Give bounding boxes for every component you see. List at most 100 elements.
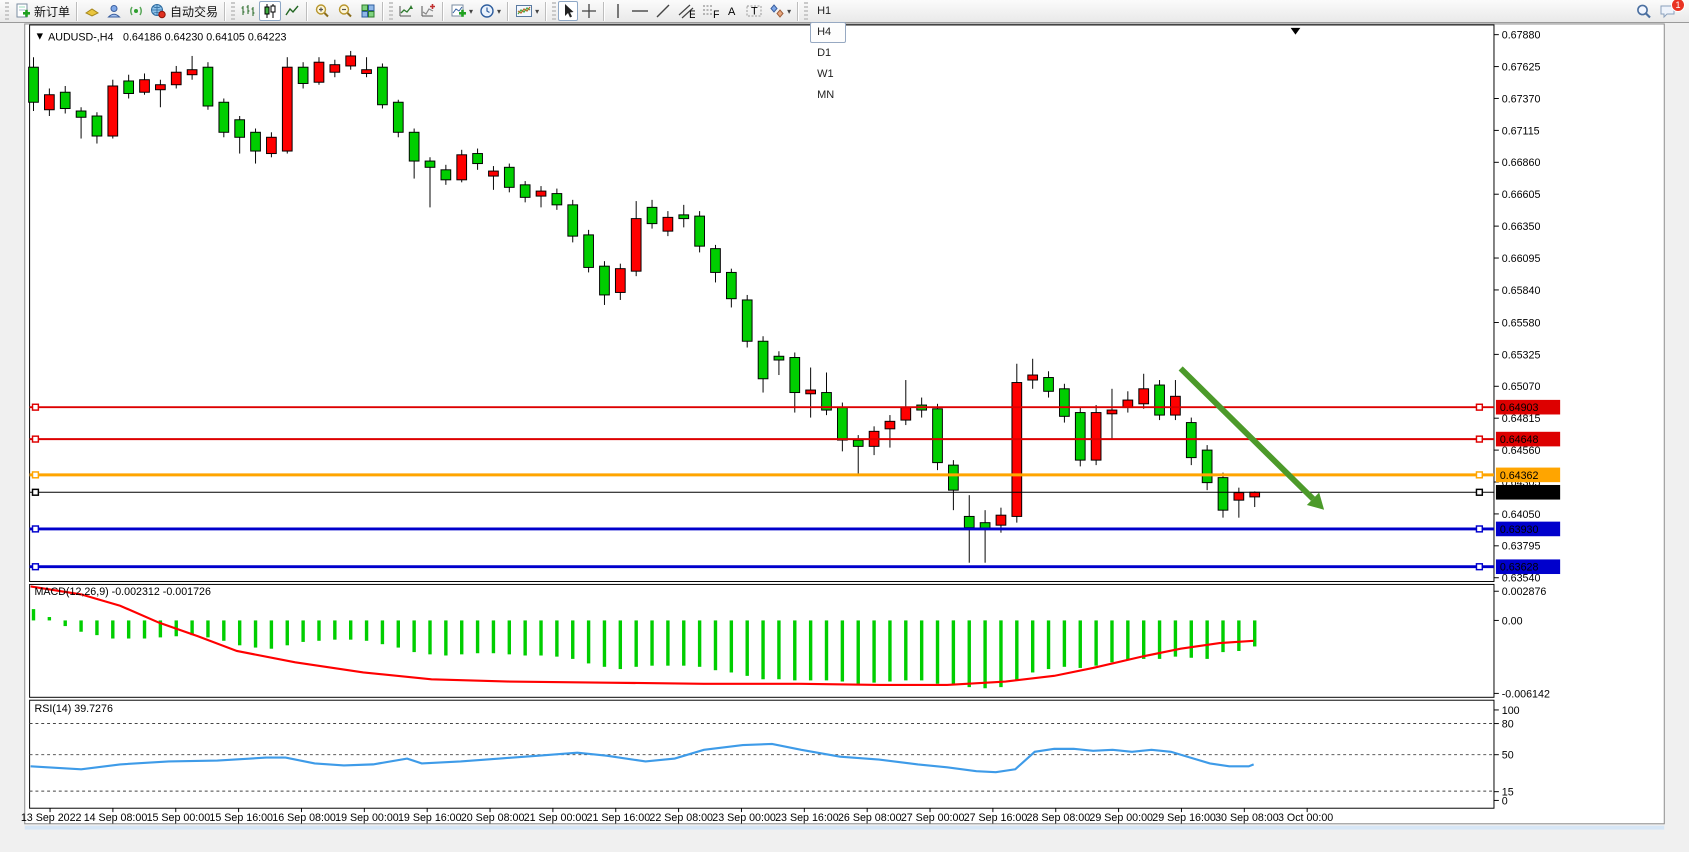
caret-down-icon: ▾ [787,7,791,16]
templates-button[interactable]: ▾ [512,1,542,21]
hline-handle[interactable] [1476,564,1482,570]
date-label: 28 Sep 08:00 [1027,812,1091,824]
hline-handle[interactable] [33,436,39,442]
date-label: 21 Sep 00:00 [524,812,588,824]
chart-canvas[interactable]: 0.678800.676250.673700.671150.668600.666… [0,23,1689,852]
chart-line-button[interactable] [281,1,303,21]
hline-handle[interactable] [33,526,39,532]
hline-handle[interactable] [33,489,39,495]
caret-down-icon: ▾ [497,7,501,16]
date-label: 30 Sep 08:00 [1215,812,1279,824]
zoom-out-button[interactable] [334,1,357,21]
candle [1139,389,1149,404]
chart-candles-button[interactable] [259,1,281,21]
date-label: 3 Oct 00:00 [1278,812,1333,824]
period-button[interactable]: ▾ [476,1,504,21]
date-label: 19 Sep 16:00 [398,812,462,824]
candlestick-chart-icon [262,3,278,19]
tf-H4[interactable]: H4 [810,22,845,43]
autotrade-button[interactable]: 自动交易 [147,1,221,21]
candle [156,85,166,90]
date-label: 21 Sep 16:00 [587,812,651,824]
candle [1155,385,1165,415]
shapes-tool-button[interactable]: ▾ [766,1,794,21]
date-label: 27 Sep 16:00 [964,812,1028,824]
candle [44,95,54,110]
caret-down-icon: ▾ [469,7,473,16]
toolbar-grip[interactable] [5,2,9,20]
market-watch-button[interactable] [81,1,103,21]
search-button[interactable] [1632,1,1656,21]
hline-handle[interactable] [1476,472,1482,478]
hline-handle[interactable] [1476,526,1482,532]
profile-button[interactable] [103,1,125,21]
candle [457,155,467,180]
candle [314,62,324,82]
candle [187,70,197,75]
hline-tool-button[interactable] [628,1,652,21]
price-tick-label: 0.63795 [1502,541,1541,553]
price-badge-label: 0.64903 [1500,402,1539,414]
chart-ohlc-values: 0.64186 0.64230 0.64105 0.64223 [123,32,286,44]
notifications-button[interactable]: 1 [1656,1,1680,21]
candle [552,194,562,205]
candle [473,154,483,164]
tf-H1[interactable]: H1 [810,1,845,22]
candle [124,81,134,94]
candle [758,341,768,379]
date-label: 20 Sep 08:00 [461,812,525,824]
tf-W1[interactable]: W1 [810,64,845,85]
cursor-icon [561,3,575,19]
label-tool-button[interactable]: T [742,1,766,21]
autotrade-label: 自动交易 [170,3,218,20]
candle [1186,423,1196,458]
candle [536,191,546,196]
tile-windows-button[interactable] [357,1,379,21]
chart-bars-button[interactable] [237,1,259,21]
crosshair-icon [581,3,597,19]
main-pane [30,25,1494,582]
zoom-in-icon [314,3,331,19]
candle [378,67,388,105]
fibonacci-tool-button[interactable]: F [698,1,722,21]
candle [584,235,594,268]
hline-handle[interactable] [33,564,39,570]
signals-button[interactable] [125,1,147,21]
tf-MN[interactable]: MN [810,85,845,106]
hline-handle[interactable] [1476,436,1482,442]
horizontal-line-icon [631,3,649,19]
strategy-tester-button[interactable] [395,1,417,21]
candle [203,67,213,106]
price-badge-label: 0.64223 [1500,487,1539,499]
trendline-tool-button[interactable] [652,1,674,21]
tf-D1[interactable]: D1 [810,43,845,64]
candle [1107,410,1117,414]
candle [933,409,943,463]
candle [742,300,752,341]
template-icon [515,3,533,19]
bottom-scroll-strip[interactable] [25,826,1665,830]
price-badge-label: 0.64362 [1500,470,1539,482]
add-indicator-icon [450,3,467,19]
text-tool-button[interactable]: A [722,1,742,21]
channel-tool-button[interactable]: E [674,1,698,21]
zoom-in-button[interactable] [311,1,334,21]
hline-handle[interactable] [1476,489,1482,495]
hline-handle[interactable] [1476,404,1482,410]
rsi-label: RSI(14) 39.7276 [34,703,112,715]
candle [504,167,514,187]
hline-handle[interactable] [33,404,39,410]
vline-tool-button[interactable] [608,1,628,21]
fibonacci-icon: F [701,3,719,19]
hline-handle[interactable] [33,472,39,478]
new-chart-button[interactable] [417,1,439,21]
price-tick-label: 0.64815 [1502,413,1541,425]
crosshair-tool-button[interactable] [578,1,600,21]
candle [441,170,451,180]
line-chart-icon [284,3,300,19]
cursor-tool-button[interactable] [558,1,578,21]
add-indicator-button[interactable]: ▾ [447,1,476,21]
equidistant-channel-icon: E [677,3,695,19]
timeframe-toolbar: M1M5M15M30H1H4D1W1MN [810,0,845,106]
new-order-button[interactable]: 新订单 [11,1,73,21]
